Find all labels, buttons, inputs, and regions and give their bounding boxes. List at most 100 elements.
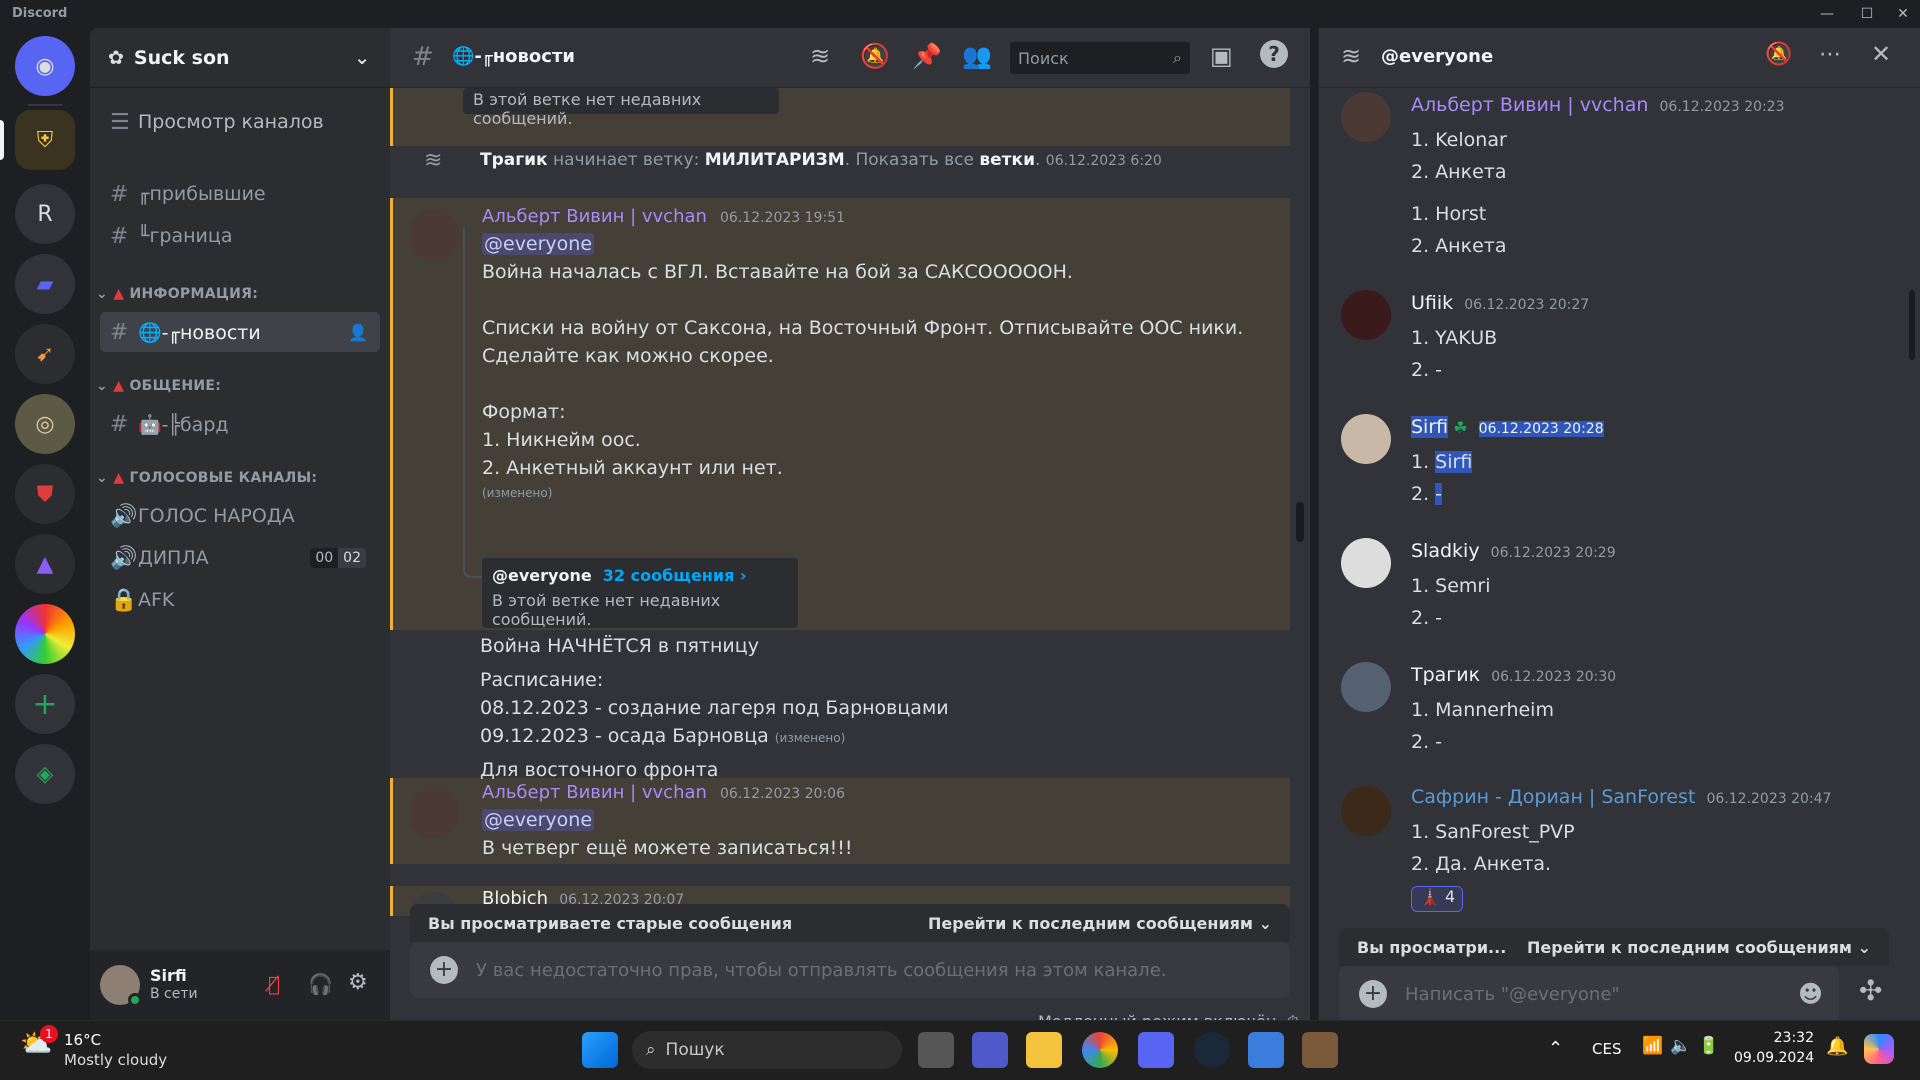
task-view-icon[interactable] <box>918 1032 954 1068</box>
tray-chevron-icon[interactable]: ⌃ <box>1548 1038 1563 1059</box>
pin-icon[interactable]: 📌 <box>912 42 942 70</box>
taskbar-search[interactable]: ⌕ Пошук <box>632 1031 902 1069</box>
avatar[interactable] <box>1341 414 1391 464</box>
message-author[interactable]: Альберт Вивин | vvchan <box>482 782 707 803</box>
weather-temp[interactable]: 16°C <box>64 1031 101 1049</box>
channel-news[interactable]: # 🌐-╓новости 👤 <box>100 312 380 352</box>
server-header[interactable]: ✿ Suck son ⌄ <box>90 28 390 88</box>
inbox-icon[interactable]: ▣ <box>1210 42 1233 70</box>
settings-gear-icon[interactable]: ⚙ <box>348 970 368 995</box>
invite-icon[interactable]: 👤 <box>348 323 368 342</box>
title-bar: Discord — ☐ ✕ <box>0 0 1920 28</box>
jump-to-present-button[interactable]: Перейти к последним сообщениям ⌄ <box>1527 938 1871 957</box>
thread-preview[interactable]: @everyone 32 сообщения › В этой ветке не… <box>482 558 798 629</box>
thread-preview[interactable]: В этой ветке нет недавних сообщений. <box>463 88 779 128</box>
plus-circle-icon[interactable]: + <box>430 956 458 984</box>
server-r[interactable]: R <box>15 184 75 244</box>
thread-composer[interactable]: + Написать "@everyone" ☻ <box>1339 966 1839 1022</box>
thread-old-messages-bar[interactable]: Вы просматри... Перейти к последним сооб… <box>1339 928 1889 966</box>
bell-muted-icon[interactable]: 🔕 <box>1765 42 1792 67</box>
message-composer[interactable]: + У вас недостаточно прав, чтобы отправл… <box>410 942 1290 998</box>
language-indicator[interactable]: CES <box>1592 1040 1621 1058</box>
emoji-icon[interactable]: ☻ <box>1798 980 1823 1008</box>
browse-channels[interactable]: ☰ Просмотр каналов <box>100 102 380 142</box>
home-button[interactable]: ◉ <box>15 36 75 96</box>
server-round[interactable]: ◎ <box>15 394 75 454</box>
apps-icon[interactable]: ✣ <box>1859 974 1882 1007</box>
start-button[interactable] <box>582 1032 618 1068</box>
channel-title: 🌐-╓новости <box>452 46 575 67</box>
app-title: Discord <box>12 6 68 21</box>
avatar[interactable] <box>1341 92 1391 142</box>
copilot-icon[interactable] <box>1864 1034 1894 1064</box>
scrollbar-thumb[interactable] <box>1296 502 1304 542</box>
avatar[interactable] <box>100 965 142 1007</box>
close-icon[interactable]: ✕ <box>1871 40 1891 68</box>
clock-date[interactable]: 09.09.2024 <box>1734 1050 1814 1066</box>
notification-bell-icon[interactable]: 🔕 <box>860 42 890 70</box>
voice-channel-diplo[interactable]: 🔊 ДИПЛА 00 02 <box>100 538 380 578</box>
thread-header: ≋ @everyone 🔕 ⋯ ✕ <box>1319 28 1920 88</box>
help-icon[interactable]: ? <box>1260 40 1288 68</box>
voice-channel-people[interactable]: 🔊 ГОЛОС НАРОДА <box>100 496 380 536</box>
steam-icon[interactable] <box>1194 1032 1230 1068</box>
server-eagle[interactable]: ⛨ <box>15 110 75 170</box>
server-shield[interactable]: ⛊ <box>15 464 75 524</box>
avatar[interactable] <box>1341 290 1391 340</box>
avatar[interactable] <box>1341 786 1391 836</box>
member-list-icon[interactable]: 👥 <box>962 42 992 70</box>
avatar[interactable] <box>409 210 459 260</box>
mention[interactable]: @everyone <box>482 233 595 255</box>
channel-border[interactable]: # ╙граница <box>100 216 380 256</box>
avatar[interactable] <box>1341 662 1391 712</box>
post-author[interactable]: Альберт Вивин | vvchan <box>1411 94 1648 116</box>
minecraft-icon[interactable] <box>1302 1032 1338 1068</box>
wifi-icon[interactable]: 📶 <box>1642 1036 1663 1056</box>
close-window-button[interactable]: ✕ <box>1886 2 1920 26</box>
thread-count-link[interactable]: 32 сообщения › <box>603 566 747 585</box>
server-rainbow[interactable] <box>15 604 75 664</box>
more-icon[interactable]: ⋯ <box>1819 42 1841 67</box>
chrome-icon[interactable] <box>1082 1032 1118 1068</box>
discord-icon[interactable] <box>1138 1032 1174 1068</box>
plus-circle-icon[interactable]: + <box>1359 980 1387 1008</box>
weather-desc[interactable]: Mostly cloudy <box>64 1051 167 1069</box>
server-folder[interactable]: ▰ <box>15 254 75 314</box>
clock-time[interactable]: 23:32 <box>1764 1030 1814 1046</box>
search-input[interactable]: Поиск ⌕ <box>1010 42 1190 74</box>
maximize-button[interactable]: ☐ <box>1850 2 1884 26</box>
avatar[interactable] <box>409 788 459 838</box>
channel-arrivals[interactable]: # ╓прибывшие <box>100 174 380 214</box>
teams-icon[interactable] <box>972 1032 1008 1068</box>
voice-channel-afk[interactable]: 🔒 AFK <box>100 580 380 620</box>
notifications-icon[interactable]: 🔔 <box>1826 1036 1848 1057</box>
avatar[interactable] <box>1341 538 1391 588</box>
lock-icon: 🔒 <box>110 587 138 613</box>
thread-link[interactable]: МИЛИТАРИЗМ <box>705 150 845 170</box>
old-messages-bar[interactable]: Вы просматриваете старые сообщения Перей… <box>410 904 1290 942</box>
threads-icon[interactable]: ≋ <box>810 42 830 70</box>
threads-link[interactable]: ветки <box>979 150 1035 170</box>
add-server-button[interactable]: + <box>15 674 75 734</box>
minimize-button[interactable]: — <box>1810 2 1844 26</box>
file-explorer-icon[interactable] <box>1026 1032 1062 1068</box>
channel-bard[interactable]: # 🤖-╠бард <box>100 404 380 444</box>
reaction-pill[interactable]: 🗼 4 <box>1411 886 1463 912</box>
battery-icon[interactable]: 🔋 <box>1698 1036 1719 1056</box>
headphones-icon[interactable]: 🎧 <box>308 972 333 996</box>
thread-icon: ≋ <box>424 148 443 173</box>
message-author[interactable]: Альберт Вивин | vvchan <box>482 206 707 227</box>
scrollbar-thumb[interactable] <box>1909 290 1915 360</box>
category-voice[interactable]: ⌄ ▲ ГОЛОСОВЫЕ КАНАЛЫ: <box>96 470 317 486</box>
category-info[interactable]: ⌄ ▲ ИНФОРМАЦИЯ: <box>96 286 258 302</box>
volume-icon[interactable]: 🔈 <box>1670 1036 1691 1056</box>
category-chat[interactable]: ⌄ ▲ ОБЩЕНИЕ: <box>96 378 221 394</box>
discover-button[interactable]: ◈ <box>15 744 75 804</box>
server-tower[interactable]: ▲ <box>15 534 75 594</box>
mute-mic-icon[interactable]: 🎙̸ <box>268 972 280 996</box>
server-game[interactable]: ➹ <box>15 324 75 384</box>
jump-to-present-button[interactable]: Перейти к последним сообщениям ⌄ <box>928 914 1272 933</box>
notepad-icon[interactable] <box>1248 1032 1284 1068</box>
browse-icon: ☰ <box>110 109 130 135</box>
hash-icon: # <box>412 42 434 72</box>
